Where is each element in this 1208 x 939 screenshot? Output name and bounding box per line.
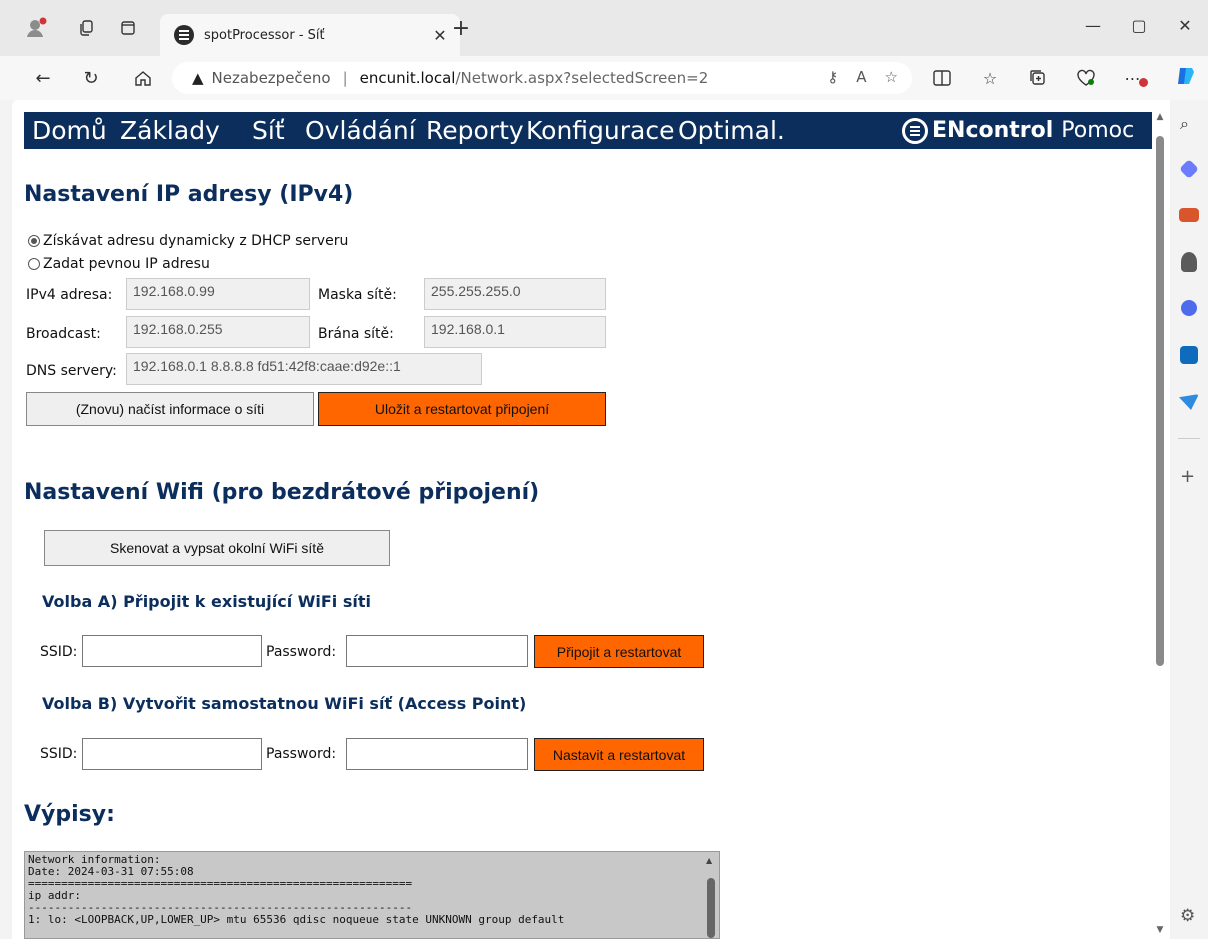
menu-item-help[interactable]: Pomoc xyxy=(1061,118,1134,143)
connect-restart-button[interactable]: Připojit a restartovat xyxy=(534,635,704,668)
broadcast-field: 192.168.0.255 xyxy=(126,316,310,348)
edge-sidebar: ⌕ + ⚙ xyxy=(1170,100,1208,939)
option-b-password-input[interactable] xyxy=(346,738,528,770)
menu-item-control[interactable]: Ovládání xyxy=(305,112,416,149)
copilot-icon[interactable] xyxy=(1172,62,1200,90)
scan-wifi-button[interactable]: Skenovat a vypsat okolní WiFi sítě xyxy=(44,530,390,566)
logs-heading: Výpisy: xyxy=(24,802,115,827)
tab-title: spotProcessor - Síť xyxy=(204,27,325,43)
radio-dhcp[interactable] xyxy=(28,235,40,247)
wifi-heading: Nastavení Wifi (pro bezdrátové připojení… xyxy=(24,480,540,505)
sidebar-games-icon[interactable] xyxy=(1181,252,1197,272)
home-icon[interactable] xyxy=(128,64,158,92)
title-bar: spotProcessor - Síť ✕ + — ▢ ✕ xyxy=(0,0,1208,56)
radio-dhcp-label: Získávat adresu dynamicky z DHCP serveru xyxy=(43,233,349,249)
main-menu: Domů Základy Síť Ovládání Reporty Konfig… xyxy=(24,112,1152,149)
option-a-password-input[interactable] xyxy=(346,635,528,667)
ipv4-heading: Nastavení IP adresy (IPv4) xyxy=(24,182,354,207)
back-icon[interactable]: ← xyxy=(28,64,58,92)
set-restart-button[interactable]: Nastavit a restartovat xyxy=(534,738,704,771)
brand: ENcontrol Pomoc xyxy=(902,112,1134,149)
workspaces-icon[interactable] xyxy=(72,14,100,42)
collections-icon[interactable] xyxy=(1024,64,1052,92)
insecure-label: Nezabezpečeno xyxy=(211,69,331,87)
log-scrollbar[interactable]: ▲ xyxy=(704,852,718,938)
page-viewport: Domů Základy Síť Ovládání Reporty Konfig… xyxy=(12,100,1170,939)
sidebar-send-icon[interactable] xyxy=(1179,394,1199,410)
brand-name: ENcontrol xyxy=(932,118,1054,143)
key-icon[interactable]: ⚷ xyxy=(827,68,838,86)
maximize-icon[interactable]: ▢ xyxy=(1116,10,1162,40)
page-scroll-down-icon[interactable]: ▼ xyxy=(1155,925,1165,935)
browser-toolbar: ← ↻ ▲ Nezabezpečeno | encunit.local/Netw… xyxy=(0,56,1208,100)
refresh-icon[interactable]: ↻ xyxy=(76,64,106,92)
new-tab-icon[interactable]: + xyxy=(446,16,476,41)
save-restart-connection-button[interactable]: Uložit a restartovat připojení xyxy=(318,392,606,426)
address-host: encunit.local xyxy=(359,69,456,87)
warning-icon[interactable]: ▲ xyxy=(192,69,204,87)
option-a-password-label: Password: xyxy=(266,644,337,660)
dns-label: DNS servery: xyxy=(26,363,117,379)
favorite-star-icon[interactable]: ☆ xyxy=(885,68,898,86)
close-window-icon[interactable]: ✕ xyxy=(1162,10,1208,40)
option-b-ssid-input[interactable] xyxy=(82,738,262,770)
favorites-icon[interactable]: ☆ xyxy=(976,64,1004,92)
minimize-icon[interactable]: — xyxy=(1070,10,1116,40)
option-b-heading: Volba B) Vytvořit samostatnou WiFi síť (… xyxy=(42,694,527,713)
sidebar-microsoft365-icon[interactable] xyxy=(1181,300,1197,316)
sidebar-tools-icon[interactable] xyxy=(1179,208,1199,222)
profile-avatar-icon[interactable] xyxy=(22,14,50,42)
option-a-heading: Volba A) Připojit k existující WiFi síti xyxy=(42,592,371,611)
option-b-password-label: Password: xyxy=(266,746,337,762)
option-b-ssid-label: SSID: xyxy=(40,746,78,762)
gateway-field: 192.168.0.1 xyxy=(424,316,606,348)
address-separator: | xyxy=(342,69,348,87)
site-favicon-icon xyxy=(174,25,194,45)
sidebar-settings-icon[interactable]: ⚙ xyxy=(1180,906,1195,926)
encontrol-logo-icon xyxy=(902,117,928,144)
option-a-ssid-input[interactable] xyxy=(82,635,262,667)
sidebar-divider xyxy=(1178,438,1200,439)
log-scroll-up-icon[interactable]: ▲ xyxy=(706,856,712,865)
mask-field: 255.255.255.0 xyxy=(424,278,606,310)
ipv4-label: IPv4 adresa: xyxy=(26,287,113,303)
menu-item-reports[interactable]: Reporty xyxy=(426,112,524,149)
page-scroll-up-icon[interactable]: ▲ xyxy=(1155,112,1165,122)
page-scroll-thumb[interactable] xyxy=(1156,136,1164,666)
sidebar-add-icon[interactable]: + xyxy=(1180,466,1195,487)
tab-actions-icon[interactable] xyxy=(114,14,142,42)
log-scroll-thumb[interactable] xyxy=(707,878,715,938)
sidebar-outlook-icon[interactable] xyxy=(1180,346,1198,364)
address-bar[interactable]: ▲ Nezabezpečeno | encunit.local/Network.… xyxy=(172,62,912,94)
broadcast-label: Broadcast: xyxy=(26,326,101,342)
split-screen-icon[interactable] xyxy=(928,64,956,92)
radio-static[interactable] xyxy=(28,258,40,270)
address-path: /Network.aspx?selectedScreen=2 xyxy=(455,69,709,87)
menu-item-basics[interactable]: Základy xyxy=(120,112,220,149)
more-options-icon[interactable]: ⋯ xyxy=(1122,64,1150,92)
dns-field: 192.168.0.1 8.8.8.8 fd51:42f8:caae:d92e:… xyxy=(126,353,482,385)
network-log-textarea[interactable]: Network information: Date: 2024-03-31 07… xyxy=(24,851,720,939)
option-a-ssid-label: SSID: xyxy=(40,644,78,660)
read-aloud-icon[interactable]: A xyxy=(856,68,866,86)
radio-static-row[interactable]: Zadat pevnou IP adresu xyxy=(28,256,210,272)
browser-essentials-icon[interactable] xyxy=(1072,64,1100,92)
sidebar-search-icon[interactable]: ⌕ xyxy=(1180,114,1189,134)
radio-static-label: Zadat pevnou IP adresu xyxy=(43,256,210,272)
menu-item-network[interactable]: Síť xyxy=(252,112,285,149)
browser-tab[interactable]: spotProcessor - Síť ✕ xyxy=(160,14,460,56)
page-scrollbar[interactable]: ▲ ▼ xyxy=(1155,112,1165,939)
mask-label: Maska sítě: xyxy=(318,287,397,303)
menu-item-optimal[interactable]: Optimal. xyxy=(678,112,785,149)
radio-dhcp-row[interactable]: Získávat adresu dynamicky z DHCP serveru xyxy=(28,233,348,249)
reload-network-info-button[interactable]: (Znovu) načíst informace o síti xyxy=(26,392,314,426)
menu-item-home[interactable]: Domů xyxy=(32,112,107,149)
gateway-label: Brána sítě: xyxy=(318,326,394,342)
menu-item-configuration[interactable]: Konfigurace xyxy=(526,112,674,149)
sidebar-shopping-icon[interactable] xyxy=(1179,159,1199,179)
ipv4-field: 192.168.0.99 xyxy=(126,278,310,310)
